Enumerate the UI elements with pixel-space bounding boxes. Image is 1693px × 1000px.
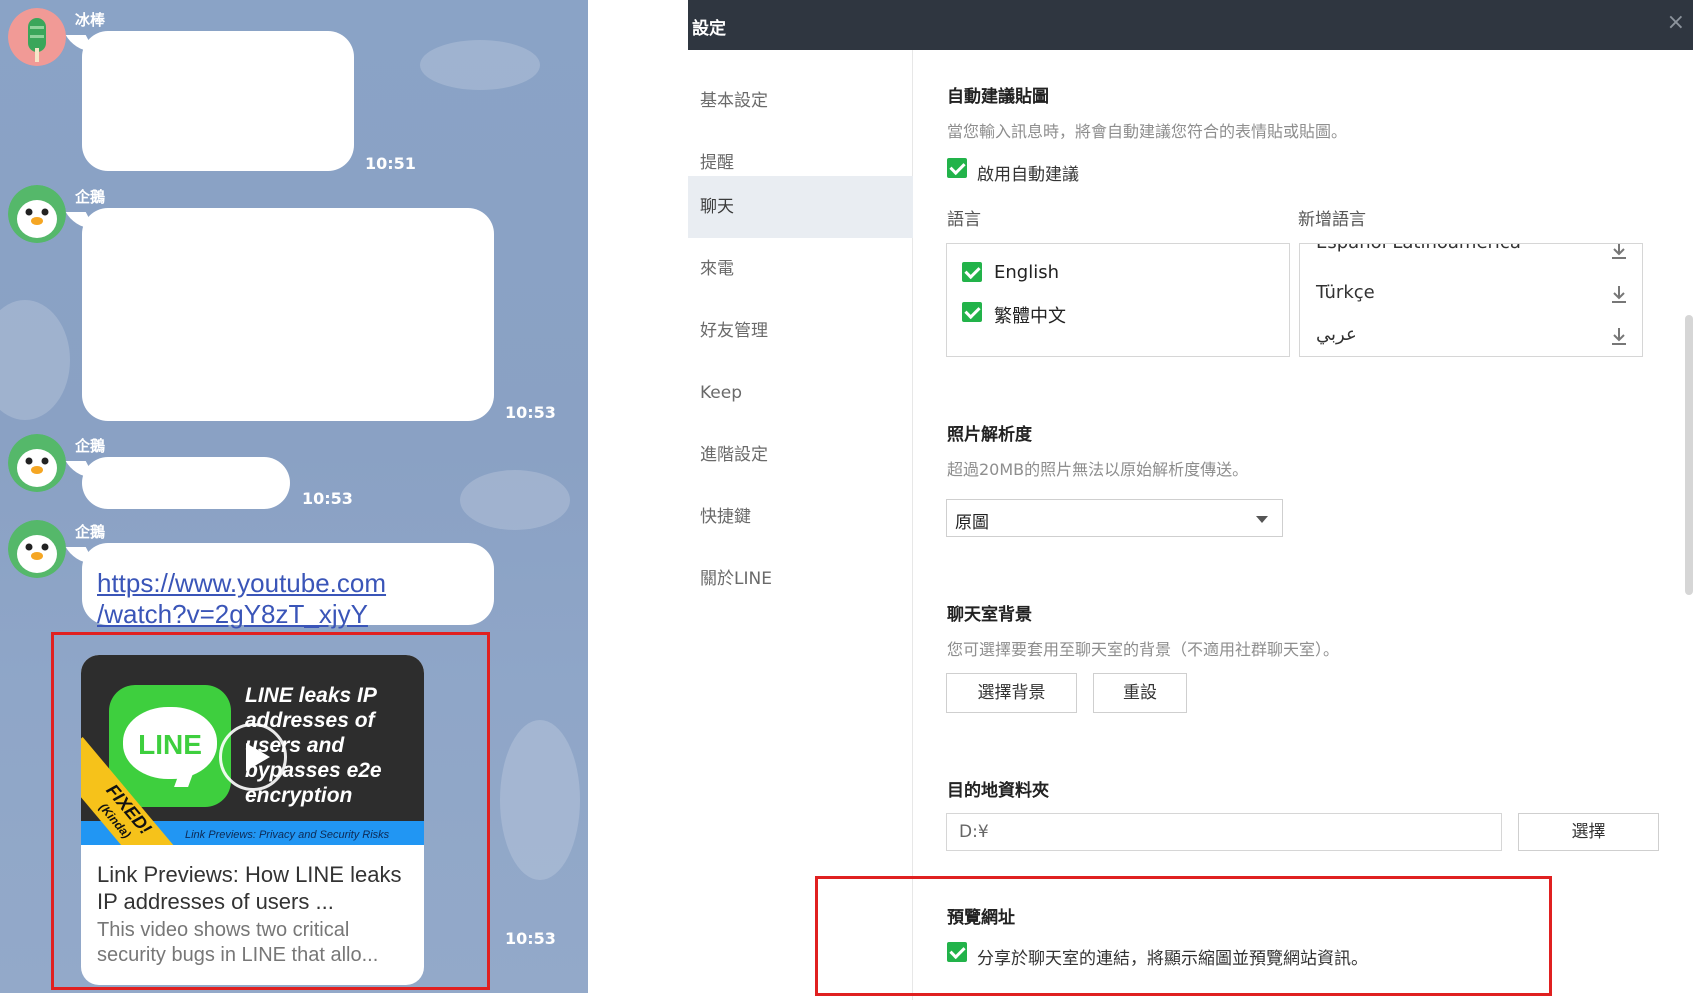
language-option[interactable]: Türkçe [1316, 282, 1375, 303]
nav-friends[interactable]: 好友管理 [688, 300, 913, 362]
nav-advanced[interactable]: 進階設定 [688, 424, 913, 486]
language-chinese: 繁體中文 [994, 306, 1066, 327]
highlight-box-preview-url [815, 876, 1552, 996]
message-bubble[interactable] [65, 457, 290, 509]
auto-suggest-desc: 當您輸入訊息時，將會自動建議您符合的表情貼或貼圖。 [947, 122, 1348, 141]
available-languages-list[interactable]: Español Latinoamérica Türkçe عربي [1299, 243, 1643, 357]
language-english: English [994, 262, 1059, 283]
photo-resolution-select[interactable]: 原圖 [946, 499, 1283, 537]
message-time: 10:53 [302, 489, 353, 508]
nav-about[interactable]: 關於LINE [688, 548, 913, 610]
chat-background-desc: 您可選擇要套用至聊天室的背景（不適用社群聊天室）。 [947, 640, 1340, 659]
nav-chat[interactable]: 聊天 [688, 176, 913, 238]
nav-shortcuts[interactable]: 快捷鍵 [688, 486, 913, 548]
download-icon[interactable] [1610, 284, 1628, 304]
avatar-penguin[interactable] [8, 185, 66, 243]
message-time: 10:53 [505, 929, 556, 948]
background-cloud [0, 300, 70, 420]
message-time: 10:51 [365, 154, 416, 173]
language-option[interactable]: عربي [1316, 324, 1357, 345]
avatar-penguin[interactable] [8, 520, 66, 578]
background-cloud [460, 470, 570, 530]
auto-suggest-title: 自動建議貼圖 [947, 87, 1049, 107]
popsicle-icon [8, 8, 66, 66]
highlight-box-preview [51, 632, 490, 990]
settings-window: 設定 × 基本設定 提醒 聊天 來電 好友管理 Keep 進階設定 快捷鍵 關於… [688, 0, 1693, 1000]
choose-background-button[interactable]: 選擇背景 [946, 673, 1077, 713]
settings-nav: 基本設定 提醒 聊天 來電 好友管理 Keep 進階設定 快捷鍵 關於LINE [688, 50, 913, 1000]
chat-background-title: 聊天室背景 [947, 605, 1032, 625]
avatar-popsicle[interactable] [8, 8, 66, 66]
add-language-label: 新增語言 [1298, 210, 1366, 230]
photo-resolution-title: 照片解析度 [947, 425, 1032, 445]
penguin-icon [8, 434, 66, 492]
window-title: 設定 [692, 19, 726, 39]
background-cloud [500, 720, 580, 880]
link-url[interactable]: https://www.youtube.com /watch?v=2gY8zT_… [97, 568, 386, 630]
message-time: 10:53 [505, 403, 556, 422]
penguin-icon [8, 520, 66, 578]
photo-resolution-desc: 超過20MB的照片無法以原始解析度傳送。 [947, 460, 1249, 479]
destination-folder-input[interactable]: D:¥ [946, 813, 1502, 851]
nav-basic[interactable]: 基本設定 [688, 70, 913, 132]
message-sender: 企鵝 [75, 188, 106, 206]
message-bubble[interactable] [65, 208, 494, 421]
download-icon[interactable] [1610, 326, 1628, 346]
scrollbar-thumb[interactable] [1685, 315, 1693, 595]
auto-suggest-label: 啟用自動建議 [977, 165, 1079, 185]
nav-calls[interactable]: 來電 [688, 238, 913, 300]
background-cloud [420, 40, 540, 90]
reset-background-button[interactable]: 重設 [1093, 673, 1187, 713]
penguin-icon [8, 185, 66, 243]
auto-suggest-checkbox[interactable] [947, 158, 967, 178]
dropdown-arrow-icon [1256, 516, 1268, 523]
language-option[interactable]: Español Latinoamérica [1316, 244, 1521, 253]
message-sender: 企鵝 [75, 437, 106, 455]
selected-languages-list: English 繁體中文 [946, 243, 1290, 357]
message-sender: 企鵝 [75, 523, 106, 541]
choose-folder-button[interactable]: 選擇 [1518, 813, 1659, 851]
destination-folder-title: 目的地資料夾 [947, 781, 1049, 801]
language-checkbox-chinese[interactable] [962, 302, 982, 322]
close-icon[interactable]: × [1667, 10, 1685, 35]
language-checkbox-english[interactable] [962, 262, 982, 282]
download-icon[interactable] [1610, 243, 1628, 260]
avatar-penguin[interactable] [8, 434, 66, 492]
message-bubble[interactable] [65, 31, 354, 171]
message-sender: 冰棒 [75, 11, 106, 29]
language-label: 語言 [947, 210, 981, 230]
nav-keep[interactable]: Keep [688, 362, 913, 424]
title-bar: 設定 × [688, 0, 1693, 50]
